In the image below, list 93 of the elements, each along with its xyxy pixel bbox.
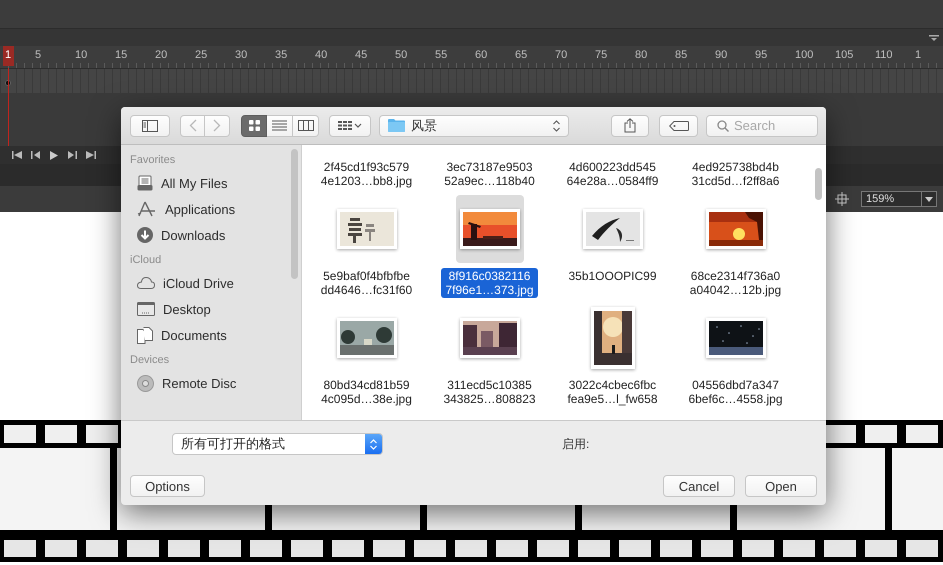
- frame-number: 20: [155, 48, 168, 61]
- file-name[interactable]: 311ecd5c10385 343825…808823: [439, 377, 540, 407]
- frame-number: 55: [435, 48, 448, 61]
- frame-number: 5: [35, 48, 42, 61]
- file-name[interactable]: 3022c4cbec6fbc fea9e5…l_fw658: [563, 377, 662, 407]
- sidebar-item[interactable]: Remote Disc: [121, 370, 301, 396]
- frame-number: 65: [515, 48, 528, 61]
- sidebar-toggle-button[interactable]: [130, 114, 170, 136]
- frame-number: 80: [635, 48, 648, 61]
- frame-number: 75: [595, 48, 608, 61]
- caret-icon: [925, 196, 933, 202]
- scrollbar-thumb[interactable]: [291, 149, 298, 279]
- frame-number: 60: [475, 48, 488, 61]
- icons-view-button[interactable]: [241, 114, 267, 136]
- apps-icon: [137, 201, 157, 217]
- sidebar-icon: [142, 120, 158, 132]
- play-icon[interactable]: [50, 150, 58, 160]
- desktop-icon: [137, 302, 155, 316]
- format-dropdown[interactable]: 所有可打开的格式: [172, 433, 383, 455]
- frame-number: 70: [555, 48, 568, 61]
- thumbnail-highlight[interactable]: [456, 195, 524, 263]
- open-button[interactable]: Open: [745, 475, 817, 497]
- sidebar-item[interactable]: All My Files: [121, 170, 301, 196]
- up-down-chevron-icon: [370, 438, 377, 450]
- file-name[interactable]: 8f916c0382116 7f96e1…373.jpg: [441, 268, 538, 298]
- frame-number: 15: [115, 48, 128, 61]
- cancel-button[interactable]: Cancel: [663, 475, 735, 497]
- tag-icon: [668, 120, 688, 130]
- frame-number: 10: [75, 48, 88, 61]
- options-button[interactable]: Options: [130, 475, 205, 497]
- zoom-dropdown[interactable]: 159%: [861, 191, 937, 207]
- download-icon: [137, 227, 153, 243]
- search-field[interactable]: Search: [706, 114, 818, 136]
- frame-number: 50: [395, 48, 408, 61]
- sidebar-item[interactable]: iCloud Drive: [121, 270, 301, 296]
- sidebar-item[interactable]: Applications: [121, 196, 301, 222]
- sidebar-item[interactable]: Documents: [121, 322, 301, 348]
- frame-number: 1: [915, 48, 922, 61]
- arrange-icon: [338, 121, 362, 130]
- file-name[interactable]: 35b1OOOPIC99: [564, 268, 661, 284]
- documents-icon: [137, 326, 153, 344]
- sidebar-heading: Favorites: [129, 153, 176, 168]
- share-icon: [624, 118, 636, 133]
- crosshair-icon[interactable]: [835, 192, 849, 206]
- file-name[interactable]: 68ce2314f736a0 a04042…12b.jpg: [686, 268, 786, 298]
- frame-number: 90: [715, 48, 728, 61]
- file-name[interactable]: 2f45cd1f93c579 4e1203…bb8.jpg: [316, 159, 416, 189]
- search-icon: [717, 120, 729, 132]
- sidebar-item[interactable]: Downloads: [121, 222, 301, 248]
- chevron-right-icon: [213, 119, 221, 132]
- up-down-chevron-icon: [553, 120, 560, 132]
- grid-icon: [248, 120, 260, 131]
- drawer-icon: [137, 175, 153, 191]
- file-name[interactable]: 3ec73187e9503 52a9ec…118b40: [440, 159, 539, 189]
- frame-number: 35: [275, 48, 288, 61]
- sidebar-item[interactable]: Desktop: [121, 296, 301, 322]
- chevron-left-icon: [188, 119, 196, 132]
- file-name[interactable]: 80bd34cd81b59 4c095d…38e.jpg: [317, 377, 416, 407]
- panel-menu-icon[interactable]: [929, 34, 939, 40]
- frame-number: 100: [795, 48, 814, 61]
- sidebar-heading: Devices: [129, 353, 170, 368]
- location-dropdown[interactable]: 风景: [379, 114, 569, 136]
- frame-number: 95: [755, 48, 768, 61]
- folder-icon: [388, 119, 405, 132]
- frame-number: 25: [195, 48, 208, 61]
- disc-icon: [137, 374, 154, 392]
- last-frame-icon[interactable]: [86, 151, 96, 159]
- frame-number: 105: [835, 48, 854, 61]
- file-name[interactable]: 5e9baf0f4bfbfbe dd4646…fc31f60: [316, 268, 416, 298]
- scrollbar-thumb[interactable]: [815, 168, 822, 200]
- frame-number: 45: [355, 48, 368, 61]
- tag-button[interactable]: [659, 114, 698, 136]
- file-name[interactable]: 4ed925738bd4b 31cd5d…f2ff8a6: [688, 159, 784, 189]
- frame-number: 1: [3, 46, 14, 66]
- first-frame-icon[interactable]: [12, 151, 22, 159]
- sidebar-heading: iCloud: [129, 253, 162, 268]
- enable-label: 启用:: [562, 436, 590, 452]
- share-button[interactable]: [611, 114, 649, 136]
- arrange-button[interactable]: [329, 114, 371, 136]
- list-icon: [272, 120, 287, 131]
- frame-number: 85: [675, 48, 688, 61]
- columns-view-button[interactable]: [293, 114, 319, 136]
- frame-number: 30: [235, 48, 248, 61]
- frame-number: 110: [875, 48, 894, 61]
- step-back-icon[interactable]: [31, 151, 41, 159]
- columns-icon: [298, 120, 314, 131]
- search-input[interactable]: Search: [734, 118, 814, 133]
- file-name[interactable]: 04556dbd7a347 6bef6c…4558.jpg: [684, 377, 787, 407]
- cloud-icon: [137, 277, 155, 289]
- list-view-button[interactable]: [267, 114, 293, 136]
- frame-number: 40: [315, 48, 328, 61]
- step-forward-icon[interactable]: [67, 151, 77, 159]
- file-name[interactable]: 4d600223dd545 64e28a…0584ff9: [562, 159, 662, 189]
